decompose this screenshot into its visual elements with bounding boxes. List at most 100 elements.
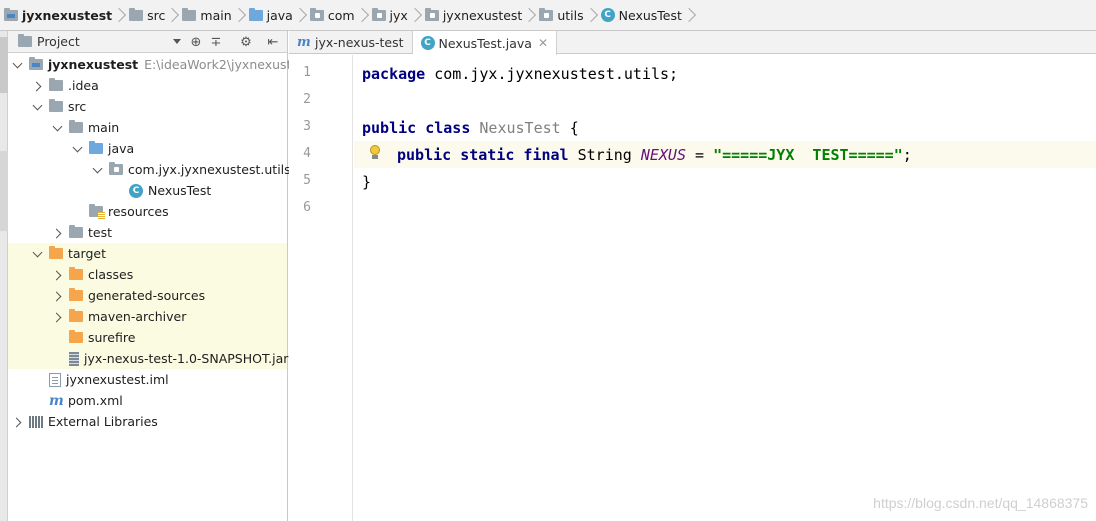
- breadcrumb-label: com: [327, 7, 355, 23]
- module-folder-icon: [4, 7, 18, 21]
- project-tool-window-button[interactable]: [0, 37, 8, 93]
- breadcrumb-item-utils[interactable]: utils: [537, 0, 598, 31]
- close-icon[interactable]: ✕: [538, 36, 548, 50]
- chevron-right-icon: [686, 6, 694, 24]
- tree-node-classes[interactable]: classes: [8, 264, 287, 285]
- tree-node-jyx-nexus-test-1-0-snapshot-jar[interactable]: jyx-nexus-test-1.0-SNAPSHOT.jar: [8, 348, 288, 369]
- field-name: NEXUS: [640, 145, 686, 164]
- tree-node-nexustest[interactable]: C NexusTest: [8, 180, 287, 201]
- tab-label: NexusTest.java: [438, 35, 532, 51]
- chevron-right-icon[interactable]: [52, 228, 62, 238]
- tree-node-label: NexusTest: [148, 183, 212, 198]
- tree-node-label: resources: [108, 204, 169, 219]
- folder-icon: [182, 7, 197, 21]
- breadcrumb-item-main[interactable]: main: [180, 0, 246, 31]
- folder-icon: [69, 120, 83, 133]
- keyword: public class: [362, 118, 471, 137]
- tab-nexustest-java[interactable]: C NexusTest.java ✕: [412, 31, 558, 55]
- tree-node-label: surefire: [88, 330, 136, 345]
- tree-node-java[interactable]: java: [8, 138, 287, 159]
- breadcrumb-item-jyx[interactable]: jyx: [370, 0, 423, 31]
- chevron-right-icon: [236, 6, 244, 24]
- module-folder-icon: [29, 57, 43, 70]
- chevron-down-icon[interactable]: [72, 144, 82, 154]
- tree-node-pom-xml[interactable]: m pom.xml: [8, 390, 287, 411]
- chevron-right-icon[interactable]: [12, 417, 22, 427]
- tree-node-label: classes: [88, 267, 134, 282]
- tree-node-jyxnexustest-iml[interactable]: jyxnexustest.iml: [8, 369, 287, 390]
- tree-node-idea[interactable]: .idea: [8, 75, 287, 96]
- chevron-down-icon[interactable]: [32, 102, 42, 112]
- string-literal: "=====JYX TEST=====": [713, 145, 903, 164]
- gear-icon[interactable]: ⚙: [238, 34, 254, 50]
- folder-icon: [49, 99, 63, 112]
- breadcrumb: jyxnexustest src main java com jyx jyxne…: [0, 0, 1096, 31]
- breadcrumb-item-project[interactable]: jyxnexustest: [2, 0, 127, 31]
- editor-tab-bar: m jyx-nexus-test C NexusTest.java ✕: [289, 31, 1096, 55]
- project-view-selector[interactable]: Project: [37, 34, 80, 49]
- dropdown-arrow-icon[interactable]: [173, 39, 181, 44]
- package-icon: [424, 7, 439, 21]
- structure-tool-window-button[interactable]: [0, 151, 8, 231]
- chevron-right-icon[interactable]: [52, 270, 62, 280]
- tree-node-label: jyxnexustest.iml: [66, 372, 169, 387]
- locate-icon[interactable]: ⊕: [188, 34, 204, 50]
- folder-icon: [129, 7, 144, 21]
- editor-gutter: 1 2 3 4 5 6: [289, 55, 353, 521]
- lightbulb-icon[interactable]: [368, 144, 382, 162]
- chevron-down-icon[interactable]: [52, 123, 62, 133]
- tree-node-main[interactable]: main: [8, 117, 287, 138]
- excluded-folder-icon: [69, 288, 83, 301]
- tree-node-test[interactable]: test: [8, 222, 287, 243]
- breadcrumb-label: jyxnexustest: [22, 7, 113, 23]
- chevron-right-icon[interactable]: [52, 312, 62, 322]
- code-line-3[interactable]: public class NexusTest {: [354, 114, 1096, 141]
- code-editor[interactable]: package com.jyx.jyxnexustest.utils; publ…: [354, 55, 1096, 521]
- watermark: https://blog.csdn.net/qq_14868375: [873, 495, 1088, 511]
- tree-node-generated-sources[interactable]: generated-sources: [8, 285, 287, 306]
- tree-node-surefire[interactable]: surefire: [8, 327, 287, 348]
- tree-node-external-libraries[interactable]: External Libraries: [8, 411, 287, 432]
- breadcrumb-label: jyx: [389, 7, 408, 23]
- breadcrumb-item-java[interactable]: java: [247, 0, 308, 31]
- breadcrumb-item-com[interactable]: com: [308, 0, 370, 31]
- chevron-right-icon[interactable]: [52, 291, 62, 301]
- tab-jyx-nexus-test[interactable]: m jyx-nexus-test: [289, 31, 413, 54]
- breadcrumb-item-nexustest[interactable]: C NexusTest: [599, 0, 697, 31]
- chevron-down-icon[interactable]: [32, 249, 42, 259]
- tree-node-src[interactable]: src: [8, 96, 287, 117]
- chevron-down-icon[interactable]: [92, 165, 102, 175]
- source-folder-icon: [248, 7, 263, 21]
- tree-node-target[interactable]: target: [8, 243, 287, 264]
- chevron-right-icon[interactable]: [32, 81, 42, 91]
- project-panel-toolbar: Project ⊕ ∓ ⚙ ⇤: [8, 31, 287, 53]
- tree-node-maven-archiver[interactable]: maven-archiver: [8, 306, 287, 327]
- package-icon: [539, 7, 554, 21]
- tree-node-label: target: [68, 246, 107, 261]
- breadcrumb-label: main: [200, 7, 232, 23]
- code-line-4[interactable]: public static final String NEXUS = "====…: [354, 141, 1096, 168]
- tree-node-com-jyx-jyxnexustest-utils[interactable]: com.jyx.jyxnexustest.utils: [8, 159, 291, 180]
- project-icon: [18, 34, 32, 47]
- chevron-down-icon[interactable]: [12, 60, 22, 70]
- tree-node-label: generated-sources: [88, 288, 206, 303]
- breadcrumb-item-jyxnexustest[interactable]: jyxnexustest: [423, 0, 538, 31]
- project-path-hint: E:\ideaWork2\jyxnexustest: [144, 57, 311, 72]
- code-line-5[interactable]: }: [354, 168, 1096, 195]
- line-number: 5: [303, 173, 311, 188]
- tree-node-jyxnexustest[interactable]: jyxnexustest E:\ideaWork2\jyxnexustest: [8, 54, 311, 75]
- tree-node-label: maven-archiver: [88, 309, 187, 324]
- excluded-folder-icon: [49, 246, 63, 259]
- code-line-1[interactable]: package com.jyx.jyxnexustest.utils;: [354, 60, 1096, 87]
- breadcrumb-item-src[interactable]: src: [127, 0, 180, 31]
- line-number: 2: [303, 92, 311, 107]
- tree-node-resources[interactable]: resources: [8, 201, 287, 222]
- collapse-all-icon[interactable]: ∓: [208, 34, 224, 50]
- hide-panel-icon[interactable]: ⇤: [265, 34, 281, 50]
- project-panel: Project ⊕ ∓ ⚙ ⇤ jyxnexustest E:\ideaWork2…: [8, 31, 311, 521]
